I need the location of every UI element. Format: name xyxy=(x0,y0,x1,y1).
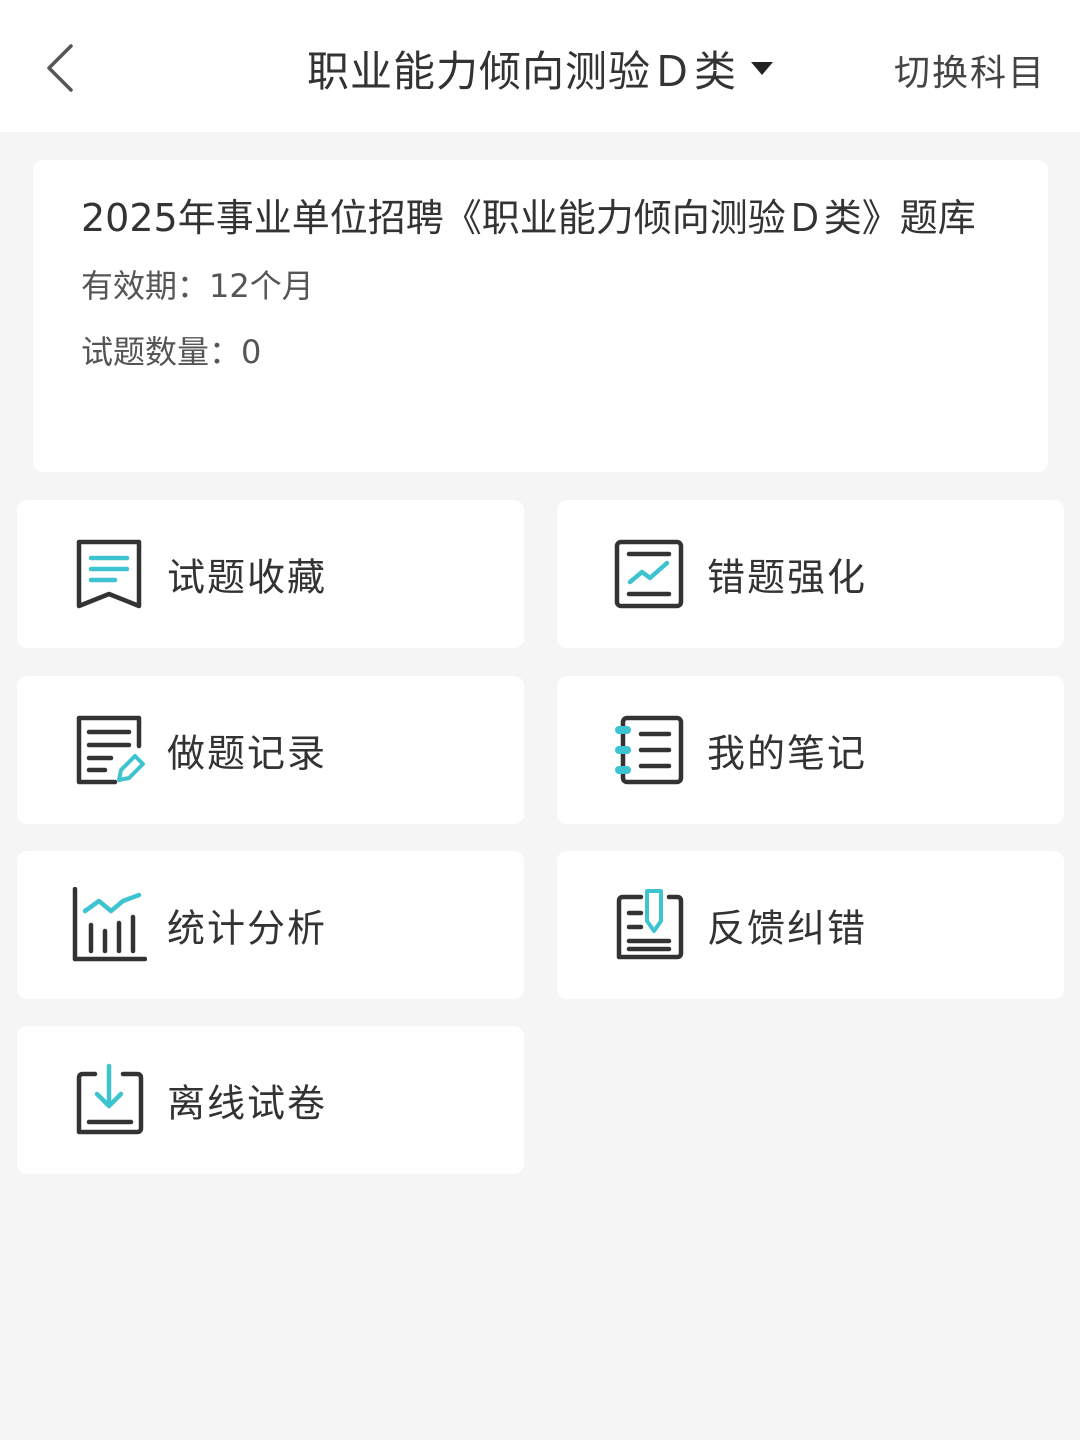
mistake-practice-label: 错题强化 xyxy=(707,555,868,600)
record-edit-icon xyxy=(76,715,145,785)
question-count: 试题数量：0 xyxy=(81,333,262,371)
practice-history-button[interactable]: 做题记录 xyxy=(17,676,524,824)
practice-history-label: 做题记录 xyxy=(167,731,328,776)
favorites-label: 试题收藏 xyxy=(167,555,328,600)
feedback-label: 反馈纠错 xyxy=(707,906,868,951)
page-title: 职业能力倾向测验Ｄ类 xyxy=(306,46,737,96)
statistics-label: 统计分析 xyxy=(167,906,328,951)
mistake-practice-button[interactable]: 错题强化 xyxy=(557,500,1064,648)
caret-down-icon xyxy=(751,61,773,75)
download-icon xyxy=(76,1063,144,1135)
question-bank-card: 2025年事业单位招聘《职业能力倾向测验Ｄ类》题库 有效期：12个月 试题数量：… xyxy=(33,160,1048,472)
offline-papers-label: 离线试卷 xyxy=(167,1081,328,1126)
offline-papers-button[interactable]: 离线试卷 xyxy=(17,1026,524,1174)
my-notes-button[interactable]: 我的笔记 xyxy=(557,676,1064,824)
feedback-button[interactable]: 反馈纠错 xyxy=(557,851,1064,999)
my-notes-label: 我的笔记 xyxy=(707,731,868,776)
favorites-button[interactable]: 试题收藏 xyxy=(17,500,524,648)
question-bank-title: 2025年事业单位招聘《职业能力倾向测验Ｄ类》题库 xyxy=(81,196,976,240)
validity-period: 有效期：12个月 xyxy=(81,267,314,305)
switch-subject-button[interactable]: 切换科目 xyxy=(894,44,1046,96)
feedback-pen-icon xyxy=(616,889,684,960)
statistics-button[interactable]: 统计分析 xyxy=(17,851,524,999)
top-bar: 职业能力倾向测验Ｄ类 切换科目 xyxy=(0,0,1080,132)
bar-chart-icon xyxy=(72,887,147,962)
trend-chart-icon xyxy=(614,539,684,609)
bookmark-icon xyxy=(76,539,142,609)
notebook-icon xyxy=(615,715,684,785)
